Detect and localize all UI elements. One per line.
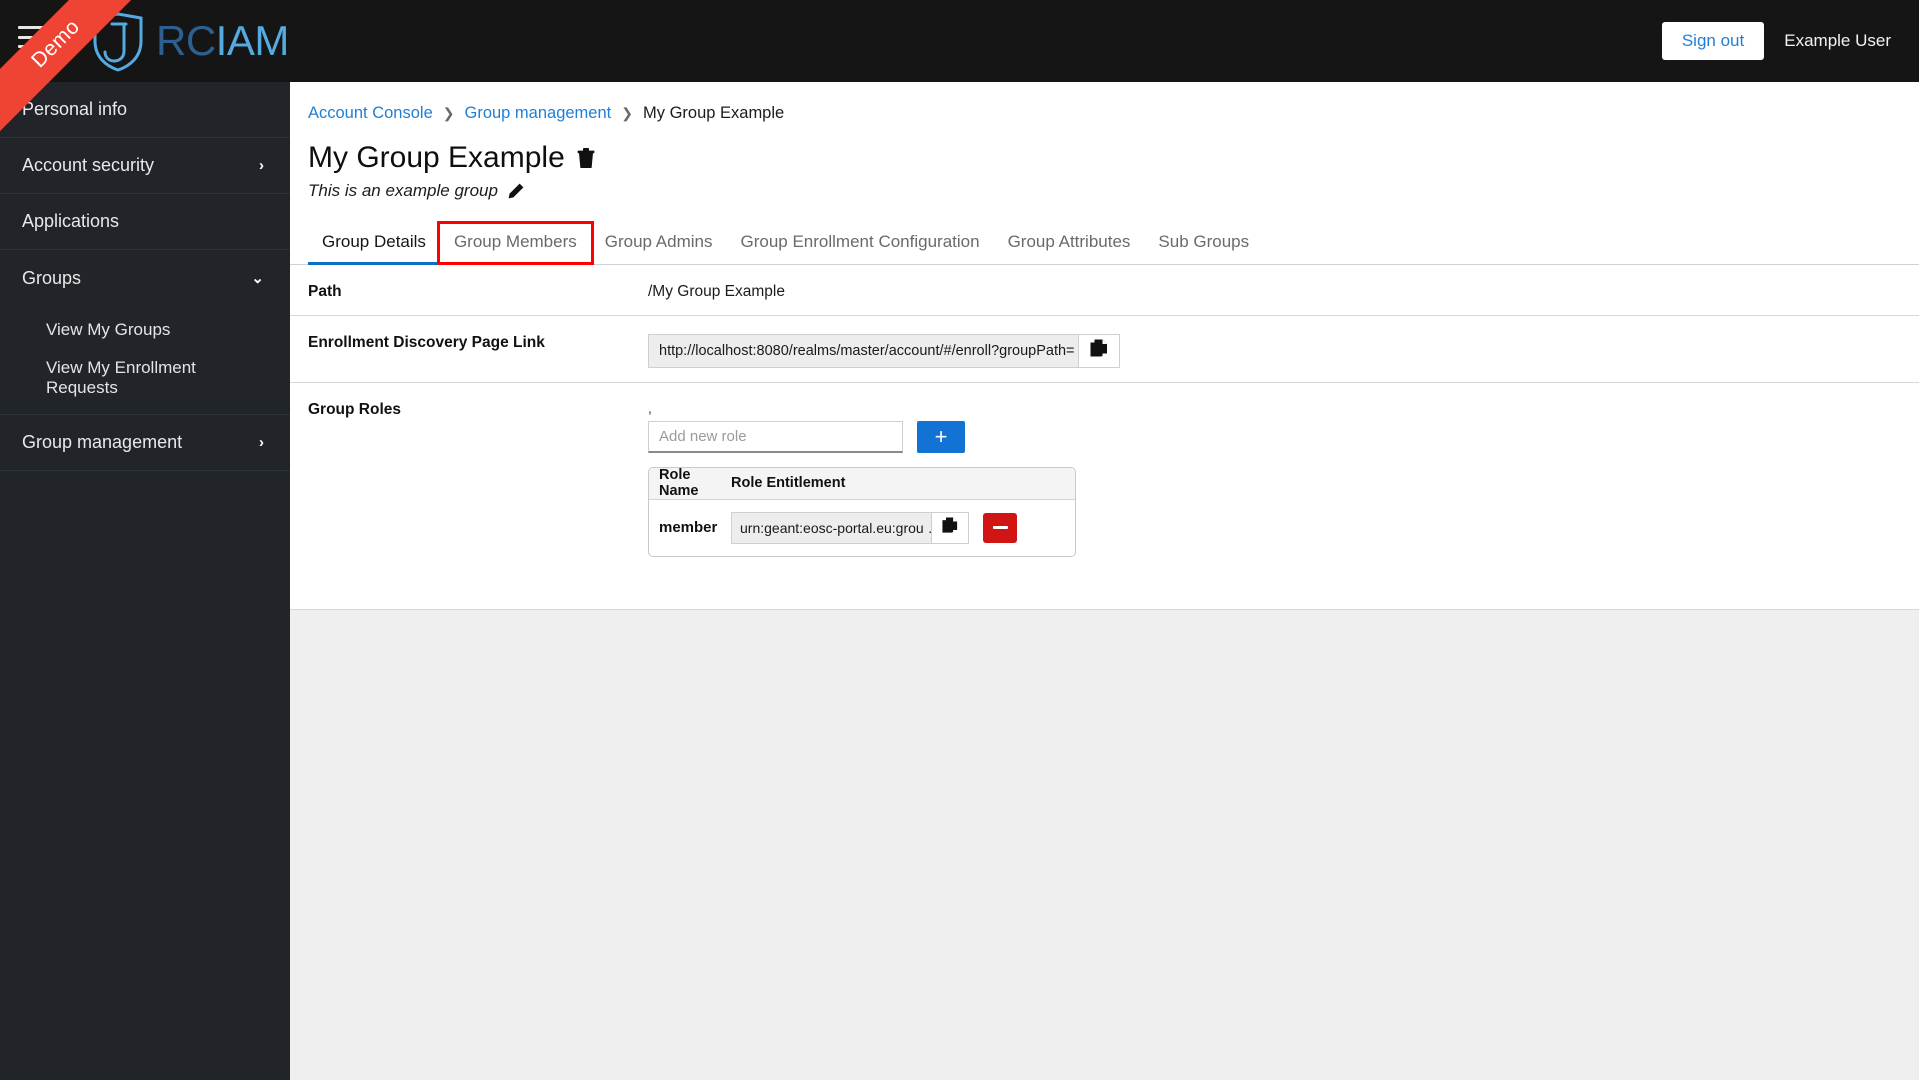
cell-role-entitlement: urn:geant:eosc-portal.eu:grou …	[731, 511, 931, 544]
column-header-role-name: Role Name	[659, 467, 699, 500]
breadcrumb-item-account-console[interactable]: Account Console	[308, 104, 433, 123]
sidebar-group-groups: Groups ⌄ View My Groups View My Enrollme…	[0, 250, 290, 415]
tab-group-members[interactable]: Group Members	[436, 220, 594, 265]
detail-value-path: /My Group Example	[648, 282, 785, 300]
cell-role-name: member	[659, 519, 718, 536]
breadcrumb-item-group-management[interactable]: Group management	[464, 104, 611, 123]
tab-label: Group Attributes	[1007, 231, 1131, 251]
sidebar-nav: Personal info Account security › Applica…	[0, 82, 290, 1080]
tab-group-details[interactable]: Group Details	[308, 231, 440, 265]
group-description: This is an example group	[308, 181, 1919, 201]
brand-wordmark: RCIAM	[156, 20, 289, 62]
tab-label: Group Details	[322, 231, 426, 251]
tab-group-admins[interactable]: Group Admins	[591, 232, 727, 264]
sidebar-item-groups[interactable]: Groups ⌄	[0, 250, 290, 306]
group-roles-table: Role Name Role Entitlement member urn:ge…	[648, 466, 1076, 557]
trash-icon[interactable]	[577, 148, 595, 169]
sidebar-item-label: Groups	[22, 267, 82, 288]
sidebar-item-label: View My Enrollment Requests	[46, 358, 196, 397]
breadcrumb-separator-icon: ❯	[621, 105, 633, 121]
header-user-area: Sign out Example User	[1661, 0, 1891, 82]
sidebar-item-view-my-enrollment-requests[interactable]: View My Enrollment Requests	[0, 354, 290, 402]
add-role-button[interactable]: +	[917, 420, 965, 453]
main-content-area: Account Console ❯ Group management ❯ My …	[290, 82, 1919, 1080]
group-description-text: This is an example group	[308, 180, 498, 200]
tab-group-attributes[interactable]: Group Attributes	[994, 232, 1145, 264]
sidebar-item-view-my-groups[interactable]: View My Groups	[0, 306, 290, 354]
sidebar-item-label: Account security	[22, 155, 155, 175]
hamburger-bar	[18, 45, 35, 48]
tab-group-enrollment-configuration[interactable]: Group Enrollment Configuration	[727, 232, 994, 264]
breadcrumb: Account Console ❯ Group management ❯ My …	[290, 82, 1919, 123]
current-username-label: Example User	[1784, 31, 1891, 50]
copy-enrollment-link-button[interactable]	[1078, 333, 1120, 368]
minus-icon	[992, 525, 1008, 530]
hamburger-bar	[18, 26, 46, 29]
brand-logo[interactable]: RCIAM	[90, 10, 289, 72]
chevron-right-icon: ›	[259, 157, 264, 174]
pencil-icon[interactable]	[508, 183, 524, 199]
add-role-row: +	[648, 420, 1919, 453]
add-new-role-input[interactable]	[648, 420, 903, 453]
hamburger-menu-icon[interactable]	[18, 26, 46, 48]
breadcrumb-item-current: My Group Example	[642, 104, 785, 122]
sidebar-item-group-management[interactable]: Group management ›	[0, 415, 290, 471]
sidebar-item-applications[interactable]: Applications	[0, 194, 290, 250]
detail-row-group-roles: Group Roles , + Role Name Role Entitleme…	[290, 383, 1919, 610]
page-title-text: My Group Example	[308, 141, 565, 174]
copy-icon	[1090, 339, 1108, 363]
enrollment-link-value: http://localhost:8080/realms/master/acco…	[648, 333, 1078, 368]
sidebar-item-label: Applications	[22, 211, 120, 231]
remove-role-button[interactable]	[983, 512, 1017, 543]
detail-label-enrollment-link: Enrollment Discovery Page Link	[308, 333, 545, 351]
tab-label: Sub Groups	[1158, 231, 1250, 251]
top-header-bar: RCIAM Sign out Example User	[0, 0, 1919, 82]
sidebar-group-spacer	[0, 402, 290, 414]
sidebar-item-label: Group management	[22, 432, 183, 452]
chevron-right-icon: ›	[259, 434, 264, 451]
tab-label: Group Enrollment Configuration	[740, 231, 980, 251]
brand-wordmark-rc: RC	[156, 17, 216, 64]
enrollment-link-field-group: http://localhost:8080/realms/master/acco…	[648, 333, 1919, 368]
brand-wordmark-iam: IAM	[215, 17, 290, 64]
tab-label: Group Members	[453, 231, 577, 251]
sidebar-item-account-security[interactable]: Account security ›	[0, 138, 290, 194]
sidebar-item-label: Personal info	[22, 99, 128, 119]
shield-icon	[90, 11, 146, 72]
detail-label-group-roles: Group Roles	[308, 400, 402, 418]
chevron-down-icon: ⌄	[251, 270, 264, 287]
detail-row-path: Path /My Group Example	[290, 265, 1919, 316]
page-title: My Group Example	[308, 141, 1919, 176]
table-body: member urn:geant:eosc-portal.eu:grou …	[649, 500, 1075, 556]
tab-sub-groups[interactable]: Sub Groups	[1144, 232, 1263, 264]
hamburger-bar	[18, 35, 40, 39]
page-title-block: My Group Example This is an example grou…	[290, 123, 1919, 201]
tab-label: Group Admins	[604, 231, 713, 251]
table-row: member urn:geant:eosc-portal.eu:grou …	[649, 500, 1075, 556]
copy-role-entitlement-button[interactable]	[931, 511, 969, 544]
detail-row-enrollment-link: Enrollment Discovery Page Link http://lo…	[290, 316, 1919, 383]
roles-separator-mark: ,	[648, 399, 652, 416]
detail-value-enrollment-link: http://localhost:8080/realms/master/acco…	[648, 330, 1919, 368]
group-roles-area: , + Role Name Role Entitlement member	[648, 401, 1919, 595]
sidebar-item-label: View My Groups	[46, 320, 171, 339]
roles-area-spacer	[648, 557, 1919, 595]
detail-label-path: Path	[308, 282, 342, 300]
table-header-row: Role Name Role Entitlement	[649, 467, 1075, 500]
tab-bar: Group Details Group Members Group Admins…	[290, 220, 1919, 265]
group-details-panel: Account Console ❯ Group management ❯ My …	[290, 82, 1919, 610]
detail-value-group-roles: , + Role Name Role Entitlement member	[648, 397, 1919, 595]
breadcrumb-separator-icon: ❯	[442, 105, 455, 121]
sign-out-button[interactable]: Sign out	[1661, 21, 1765, 61]
copy-icon	[942, 517, 958, 539]
column-header-role-entitlement: Role Entitlement	[731, 475, 846, 491]
sidebar-item-personal-info[interactable]: Personal info	[0, 82, 290, 138]
